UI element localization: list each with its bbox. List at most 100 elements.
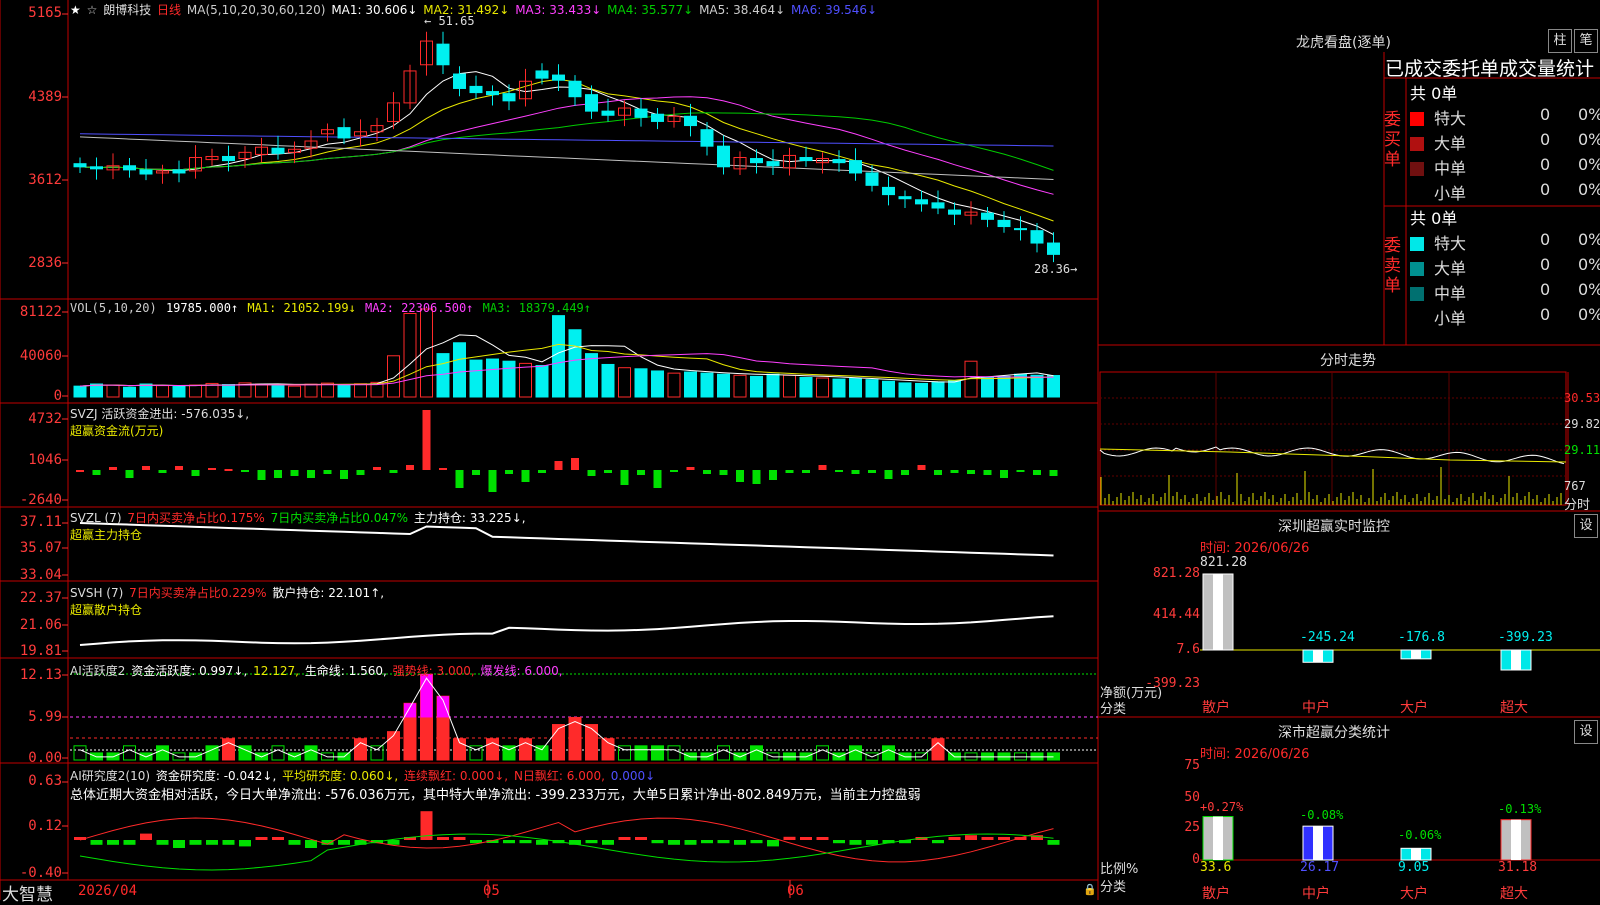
- panel_class-category-label: 超大: [1500, 886, 1528, 902]
- fund-flow-bar: [802, 470, 810, 473]
- volume-bar: [337, 384, 351, 398]
- vol-ytick: 81122: [19, 304, 62, 320]
- fund-flow-bar: [703, 470, 711, 474]
- volume-bar: [288, 385, 301, 398]
- legend-swatch: [1410, 187, 1424, 201]
- buy_rows-row: 大单 0 0%: [1410, 130, 1600, 154]
- fund-flow-bar: [505, 470, 513, 474]
- research-bar: [866, 840, 878, 845]
- fund-flow-bar: [670, 470, 678, 472]
- lock-icon[interactable]: 🔒: [1083, 883, 1097, 896]
- volume-bar: [106, 384, 120, 398]
- fund-flow-bar: [125, 470, 134, 478]
- fund-flow-bar: [686, 467, 695, 470]
- fund-flow-bar: [191, 470, 200, 476]
- tick-mode-button[interactable]: 笔: [1574, 29, 1598, 53]
- fund-flow-bar: [109, 467, 117, 470]
- monitor-value-label: -245.24: [1300, 630, 1355, 645]
- volume-bar: [849, 378, 862, 398]
- fund-flow-bar: [637, 470, 645, 475]
- activity-bar: [486, 738, 499, 761]
- row-count: 0: [1540, 130, 1551, 149]
- main-chart-canvas[interactable]: [0, 0, 1600, 900]
- row-count: 0: [1540, 255, 1551, 274]
- monitor-value-label: -176.8: [1398, 630, 1445, 645]
- research-bar: [536, 840, 548, 845]
- fund-flow-bar: [521, 470, 530, 482]
- favorite-star-icon[interactable]: ★: [70, 3, 81, 17]
- svzl-ytick: 35.07: [19, 540, 62, 556]
- candle-body: [865, 172, 879, 186]
- row-name: 大单: [1434, 259, 1467, 278]
- activity-bar: [519, 738, 532, 761]
- volume-bar: [1047, 375, 1060, 398]
- panel_monitor-category-label: 超大: [1500, 700, 1528, 716]
- fund-flow-bar: [851, 470, 860, 474]
- panel_class-ytick: 75: [1184, 758, 1200, 773]
- research-bar: [981, 837, 994, 840]
- fund-flow-bar: [274, 470, 282, 478]
- activity-bar: [552, 724, 565, 761]
- row-name: 特大: [1434, 234, 1467, 253]
- fund-flow-bar: [868, 470, 876, 473]
- buy_rows-row: 小单 0 0%: [1410, 180, 1600, 204]
- vol-ytick: 40060: [19, 348, 62, 364]
- panel_monitor-ytick: 821.28: [1153, 566, 1200, 581]
- volume-bar: [469, 359, 483, 398]
- fund-flow-bar: [653, 470, 662, 488]
- buy-total: 共 0单: [1410, 84, 1458, 103]
- fund-flow-bar: [1016, 470, 1025, 472]
- svzj-ytick: 1046: [28, 452, 62, 468]
- activity-bar: [354, 738, 367, 761]
- fund-flow-bar: [1049, 470, 1058, 476]
- class-change-label: -0.06%: [1398, 828, 1442, 842]
- monitor-settings-button[interactable]: 设: [1574, 514, 1598, 538]
- research-bar: [816, 837, 829, 840]
- legend-swatch: [1410, 137, 1424, 151]
- research-bar: [338, 840, 350, 845]
- row-count: 0: [1540, 105, 1551, 124]
- ai2-a: 资金研究度: -0.042↓,: [155, 769, 277, 783]
- ai2-ytick: 0.63: [28, 773, 62, 789]
- svsh-sublabel: 超赢散户持仓: [70, 603, 143, 617]
- class-unit: 比例%: [1100, 862, 1139, 877]
- candle-body: [1030, 230, 1044, 244]
- candle-body: [469, 85, 483, 94]
- ma3-value: MA3: 33.433↓: [515, 3, 602, 17]
- fund-flow-bar: [373, 467, 381, 470]
- research-bar: [684, 840, 697, 845]
- row-name: 中单: [1434, 159, 1467, 178]
- row-pct: 0%: [1578, 180, 1600, 199]
- ai1-ytick: 5.99: [28, 709, 62, 725]
- research-bar: [948, 837, 961, 840]
- volume-bar: [651, 370, 664, 398]
- research-bar: [602, 840, 614, 845]
- monitor-bar-highlight: [1411, 650, 1421, 659]
- ma1-value: MA1: 30.606↓: [331, 3, 418, 17]
- sell_rows-row: 小单 0 0%: [1410, 305, 1600, 329]
- fund-flow-bar: [1000, 470, 1008, 478]
- candle-body: [502, 93, 516, 102]
- research-bar: [503, 840, 515, 844]
- fund-flow-bar: [571, 458, 579, 470]
- monitor-bar-highlight: [1511, 650, 1521, 670]
- ai1-c: 生命线: 1.560,: [304, 664, 387, 678]
- svzl-header: SVZL (7) 7日内买卖净占比0.175% 7日内买卖净占比0.047% 主…: [70, 509, 528, 543]
- class-settings-button[interactable]: 设: [1574, 720, 1598, 744]
- volume-bar: [304, 383, 318, 398]
- period-label[interactable]: 日线: [157, 3, 181, 17]
- panel_monitor-ytick: -399.23: [1145, 676, 1200, 691]
- activity-bar: [156, 745, 169, 761]
- volume-bar: [436, 353, 450, 398]
- activity-bar: [882, 745, 895, 761]
- research-bar: [717, 840, 730, 844]
- fund-flow-bar: [340, 470, 348, 479]
- fund-flow-bar: [142, 466, 150, 470]
- ai2-e: 0.000↓: [610, 769, 656, 783]
- research-bar: [189, 840, 202, 845]
- research-bar: [1047, 840, 1060, 845]
- bar-mode-button[interactable]: 柱: [1548, 29, 1572, 53]
- stock-name: 朗博科技: [103, 3, 152, 17]
- candle-body: [436, 43, 450, 66]
- sell-total: 共 0单: [1410, 209, 1458, 228]
